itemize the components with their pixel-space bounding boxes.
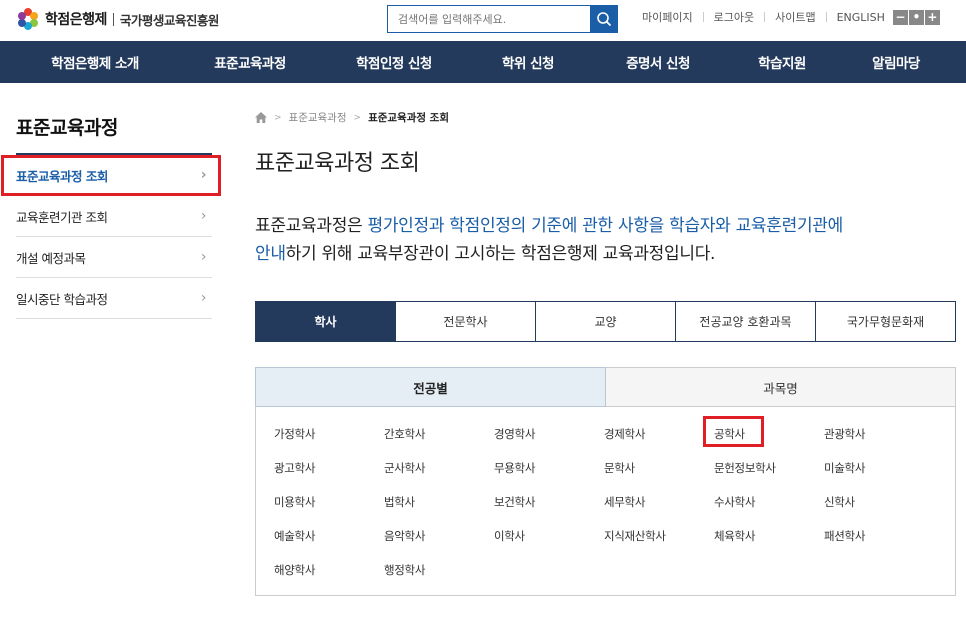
divider bbox=[764, 12, 766, 22]
tab-bachelor[interactable]: 학사 bbox=[256, 302, 395, 341]
sidebar-title: 표준교육과정 bbox=[16, 117, 118, 139]
zoom-reset-button[interactable]: • bbox=[908, 9, 924, 25]
logo-flower-icon bbox=[17, 8, 39, 30]
divider bbox=[702, 12, 704, 22]
degree-link[interactable]: 무용학사 bbox=[494, 460, 535, 476]
top-bar: 학점은행제 국가평생교육진흥원 마이페이지 로그아웃 사이트맵 ENGLISH … bbox=[0, 0, 966, 40]
degree-link[interactable]: 이학사 bbox=[494, 528, 525, 544]
tab-by-course-name[interactable]: 과목명 bbox=[606, 367, 956, 407]
degree-link[interactable]: 문헌정보학사 bbox=[714, 460, 776, 476]
degree-type-tabs: 학사 전문학사 교양 전공교양 호환과목 국가무형문화재 bbox=[255, 301, 956, 342]
breadcrumb-current: 표준교육과정 조회 bbox=[368, 112, 449, 124]
sitemap-link[interactable]: 사이트맵 bbox=[775, 9, 815, 25]
chevron-right-icon: › bbox=[200, 290, 207, 306]
degree-link[interactable]: 보건학사 bbox=[494, 494, 535, 510]
tab-compatible-courses[interactable]: 전공교양 호환과목 bbox=[675, 302, 815, 341]
breadcrumb-item[interactable]: 표준교육과정 bbox=[289, 110, 347, 125]
degree-link[interactable]: 가정학사 bbox=[274, 426, 315, 442]
degree-link[interactable]: 세무학사 bbox=[604, 494, 645, 510]
search-box bbox=[387, 5, 618, 33]
chevron-right-icon: › bbox=[200, 208, 207, 224]
nav-certificate[interactable]: 증명서 신청 bbox=[578, 41, 738, 83]
search-icon bbox=[596, 12, 611, 27]
sidebar-item-upcoming-courses[interactable]: 개설 예정과목 › bbox=[16, 237, 212, 278]
degree-link[interactable]: 법학사 bbox=[384, 494, 415, 510]
utility-links: 마이페이지 로그아웃 사이트맵 ENGLISH − • + bbox=[642, 9, 940, 25]
logo-text: 학점은행제 bbox=[45, 12, 107, 28]
intro-highlight: 안내 bbox=[255, 244, 286, 264]
sidebar-item-label: 개설 예정과목 bbox=[16, 250, 86, 266]
intro-part: 하기 위해 교육부장관이 고시하는 학점은행제 교육과정입니다. bbox=[285, 244, 716, 264]
zoom-out-button[interactable]: − bbox=[892, 9, 908, 25]
degree-link[interactable]: 관광학사 bbox=[824, 426, 865, 442]
degree-link[interactable]: 패션학사 bbox=[824, 528, 865, 544]
tab-liberal-arts[interactable]: 교양 bbox=[535, 302, 675, 341]
sidebar-item-suspended-courses[interactable]: 일시중단 학습과정 › bbox=[16, 278, 212, 319]
intro-part: 표준교육과정은 bbox=[255, 216, 368, 236]
degree-link[interactable]: 미용학사 bbox=[274, 494, 315, 510]
logo[interactable]: 학점은행제 국가평생교육진흥원 bbox=[17, 8, 219, 30]
degree-link[interactable]: 체육학사 bbox=[714, 528, 755, 544]
zoom-controls: − • + bbox=[892, 9, 940, 25]
tab-by-major[interactable]: 전공별 bbox=[255, 367, 606, 407]
degree-link[interactable]: 광고학사 bbox=[274, 460, 315, 476]
nav-credit-recognition[interactable]: 학점인정 신청 bbox=[310, 41, 478, 83]
logo-divider bbox=[112, 12, 114, 26]
search-button[interactable] bbox=[590, 6, 617, 32]
home-icon[interactable] bbox=[255, 112, 267, 123]
nav-notice[interactable]: 알림마당 bbox=[826, 41, 966, 83]
degree-link[interactable]: 수사학사 bbox=[714, 494, 755, 510]
breadcrumb: > 표준교육과정 > 표준교육과정 조회 bbox=[255, 110, 449, 125]
degree-link[interactable]: 행정학사 bbox=[384, 562, 425, 578]
mypage-link[interactable]: 마이페이지 bbox=[642, 9, 693, 25]
logout-link[interactable]: 로그아웃 bbox=[714, 9, 754, 25]
nav-degree-application[interactable]: 학위 신청 bbox=[478, 41, 578, 83]
highlight-box bbox=[703, 416, 764, 447]
sidebar-item-label: 일시중단 학습과정 bbox=[16, 291, 108, 307]
nav-standard-curriculum[interactable]: 표준교육과정 bbox=[190, 41, 310, 83]
sidebar-item-institution-search[interactable]: 교육훈련기관 조회 › bbox=[16, 196, 212, 237]
page-title: 표준교육과정 조회 bbox=[255, 151, 420, 176]
english-link[interactable]: ENGLISH bbox=[837, 11, 885, 24]
degree-link[interactable]: 예술학사 bbox=[274, 528, 315, 544]
intro-text: 표준교육과정은 평가인정과 학점인정의 기준에 관한 사항을 학습자와 교육훈련… bbox=[255, 212, 935, 268]
degree-link[interactable]: 문학사 bbox=[604, 460, 635, 476]
degree-link[interactable]: 지식재산학사 bbox=[604, 528, 666, 544]
divider bbox=[825, 12, 827, 22]
nav-learning-support[interactable]: 학습지원 bbox=[738, 41, 826, 83]
main-nav: 학점은행제 소개 표준교육과정 학점인정 신청 학위 신청 증명서 신청 학습지… bbox=[0, 41, 966, 83]
org-name: 국가평생교육진흥원 bbox=[119, 12, 220, 28]
zoom-in-button[interactable]: + bbox=[924, 9, 940, 25]
breadcrumb-separator-icon: > bbox=[353, 112, 362, 123]
degree-link[interactable]: 경제학사 bbox=[604, 426, 645, 442]
degree-link[interactable]: 해양학사 bbox=[274, 562, 315, 578]
search-mode-tabs: 전공별 과목명 bbox=[255, 367, 956, 407]
tab-associate[interactable]: 전문학사 bbox=[395, 302, 535, 341]
degree-link[interactable]: 경영학사 bbox=[494, 426, 535, 442]
degree-link[interactable]: 간호학사 bbox=[384, 426, 425, 442]
sidebar-item-label: 교육훈련기관 조회 bbox=[16, 209, 108, 225]
degree-link[interactable]: 음악학사 bbox=[384, 528, 425, 544]
degree-link[interactable]: 군사학사 bbox=[384, 460, 425, 476]
tab-intangible-heritage[interactable]: 국가무형문화재 bbox=[815, 302, 955, 341]
nav-intro[interactable]: 학점은행제 소개 bbox=[0, 41, 190, 83]
intro-highlight: 평가인정과 학점인정의 기준에 관한 사항을 학습자와 교육훈련기관에 bbox=[367, 216, 843, 236]
breadcrumb-separator-icon: > bbox=[274, 112, 282, 123]
chevron-right-icon: › bbox=[200, 249, 207, 265]
degree-link[interactable]: 미술학사 bbox=[824, 460, 865, 476]
degree-link[interactable]: 신학사 bbox=[824, 494, 855, 510]
degree-list: 가정학사 간호학사 경영학사 경제학사 공학사 관광학사 광고학사 군사학사 무용학사 문학사 문헌… bbox=[255, 406, 956, 596]
highlight-box bbox=[1, 155, 221, 196]
search-input[interactable] bbox=[388, 6, 590, 32]
